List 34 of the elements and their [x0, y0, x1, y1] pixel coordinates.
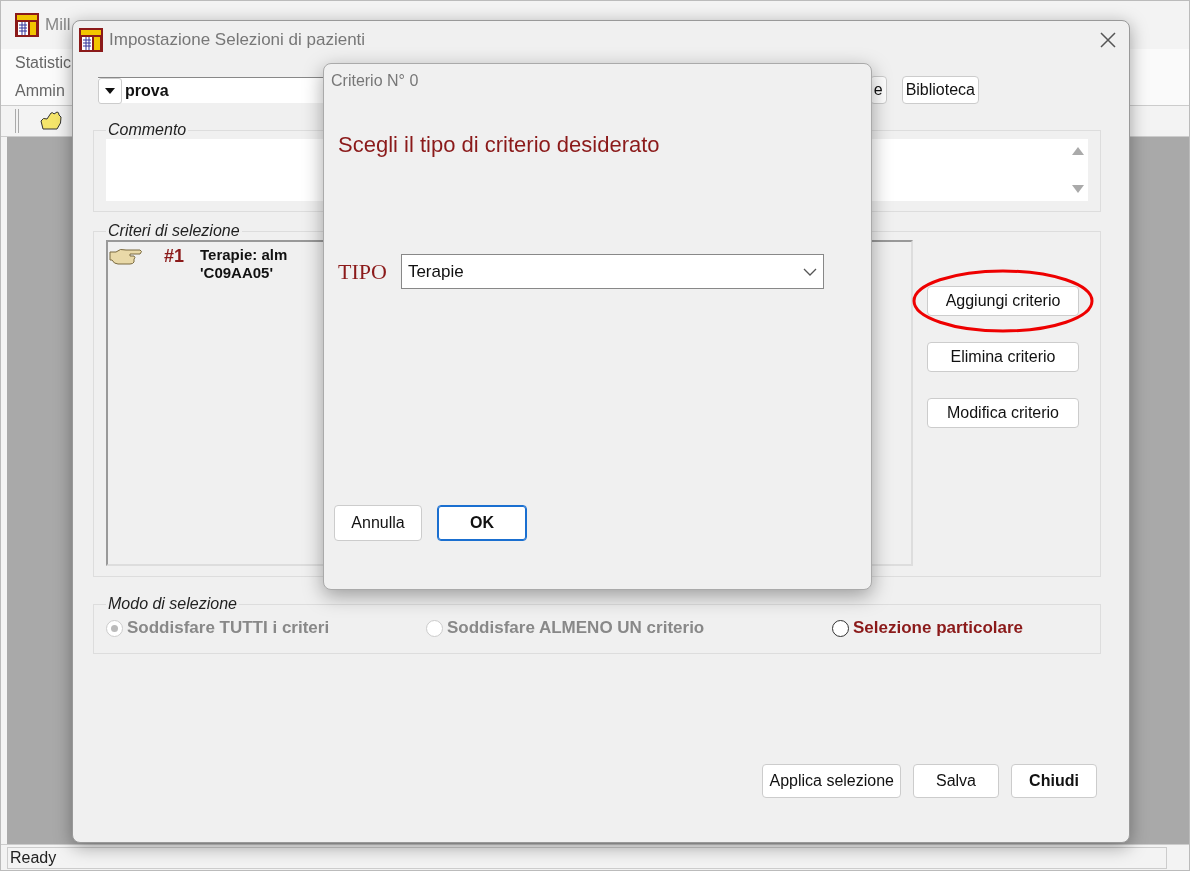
- criterion-button[interactable]: Aggiungi criterio: [927, 286, 1079, 316]
- close-icon[interactable]: [1099, 31, 1117, 49]
- dropdown-button[interactable]: [98, 77, 122, 104]
- status-bar: Ready: [7, 846, 1167, 869]
- criterion-number: #1: [163, 246, 186, 267]
- criterion-text: Terapie: alm: [200, 246, 288, 264]
- dialog-title: Impostazione Selezioni di pazienti: [109, 30, 367, 50]
- dialog-button[interactable]: Annulla: [334, 505, 422, 541]
- radio-label: Soddisfare TUTTI i criteri: [127, 618, 330, 638]
- group-label: Criteri di selezione: [107, 222, 241, 240]
- dialog-button[interactable]: Applica selezione: [762, 764, 901, 798]
- chevron-down-icon: [802, 267, 817, 276]
- radio-label: Selezione particolare: [853, 618, 1024, 638]
- dialog-button[interactable]: Chiudi: [1011, 764, 1097, 798]
- type-select[interactable]: Terapie: [400, 254, 824, 289]
- menu-item[interactable]: Statistic: [15, 54, 71, 72]
- radio-label: Soddisfare ALMENO UN criterio: [447, 618, 705, 638]
- criterion-text: 'C09AA05': [200, 264, 274, 282]
- dialog-heading: Scegli il tipo di criterio desiderato: [338, 132, 661, 158]
- dialog-button[interactable]: Salva: [913, 764, 999, 798]
- caret-icon: [105, 87, 115, 94]
- menu-item[interactable]: Ammin: [15, 82, 65, 100]
- criterion-button[interactable]: Modifica criterio: [927, 398, 1079, 428]
- criterion-button[interactable]: Elimina criterio: [927, 342, 1079, 372]
- dialog-button[interactable]: OK: [437, 505, 527, 541]
- radio-button[interactable]: [832, 619, 849, 637]
- pointing-hand-icon: [108, 246, 144, 268]
- app-icon: [15, 13, 39, 37]
- group-label: Modo di selezione: [107, 595, 238, 613]
- window-title: Mill: [45, 15, 71, 35]
- group-label: Commento: [107, 121, 188, 139]
- app-icon: [79, 28, 103, 52]
- library-button[interactable]: Biblioteca: [901, 76, 979, 104]
- field-label: TIPO: [338, 258, 387, 285]
